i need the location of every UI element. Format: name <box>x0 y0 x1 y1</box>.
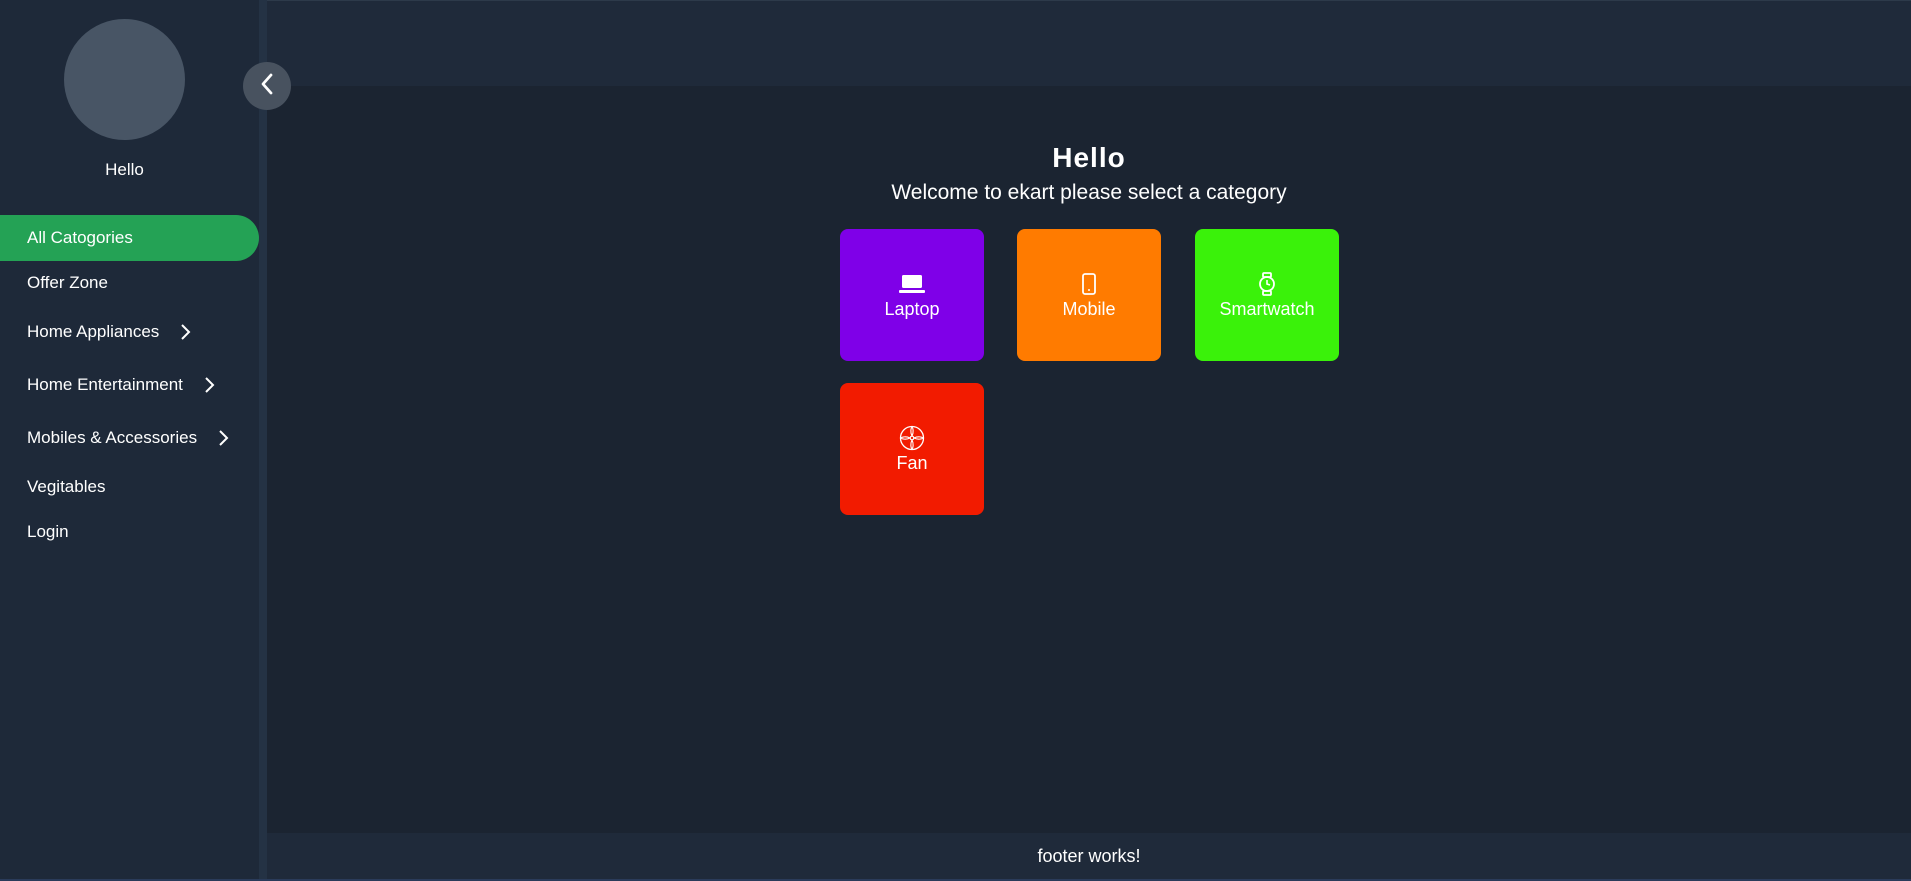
sidebar-item-label: Home Appliances <box>27 322 160 341</box>
footer-text: footer works! <box>1037 845 1141 866</box>
chevron-right-icon <box>179 323 191 341</box>
sidebar-item-login[interactable]: Login <box>0 509 259 555</box>
sidebar-item-mobiles-accessories[interactable]: Mobiles & Accessories <box>0 415 259 461</box>
main-content: Hello Welcome to ekart please select a c… <box>267 86 1911 833</box>
fan-icon <box>899 425 925 451</box>
sidebar: Hello All Catogories Offer Zone Home App… <box>0 0 259 881</box>
category-tile-fan[interactable]: Fan <box>840 383 984 515</box>
page-subtitle: Welcome to ekart please select a categor… <box>891 181 1287 204</box>
app-root: Hello All Catogories Offer Zone Home App… <box>0 0 1911 881</box>
sidebar-item-label: Offer Zone <box>27 273 108 292</box>
sidebar-item-label: Vegitables <box>27 477 106 496</box>
sidebar-item-label: Login <box>27 522 69 541</box>
sidebar-item-label: Mobiles & Accessories <box>27 428 198 447</box>
sidebar-item-offer-zone[interactable]: Offer Zone <box>0 260 259 306</box>
laptop-icon <box>898 271 926 297</box>
mobile-icon <box>1081 271 1097 297</box>
user-greeting: Hello <box>105 160 144 179</box>
sidebar-item-home-appliances[interactable]: Home Appliances <box>0 309 259 355</box>
category-label: Mobile <box>1062 298 1116 319</box>
chevron-right-icon <box>217 429 229 447</box>
chevron-right-icon <box>203 376 215 394</box>
category-tile-laptop[interactable]: Laptop <box>840 229 984 361</box>
sidebar-item-label: Home Entertainment <box>27 375 183 394</box>
sidebar-item-all-categories[interactable]: All Catogories <box>0 215 259 261</box>
category-label: Laptop <box>884 298 940 319</box>
sidebar-item-home-entertainment[interactable]: Home Entertainment <box>0 362 259 408</box>
page-title: Hello <box>1052 142 1126 173</box>
footer: footer works! <box>267 833 1911 879</box>
avatar[interactable] <box>64 19 185 140</box>
sidebar-divider <box>259 0 267 881</box>
sidebar-item-label: All Catogories <box>27 228 133 247</box>
sidebar-item-vegitables[interactable]: Vegitables <box>0 464 259 510</box>
category-label: Smartwatch <box>1219 298 1315 319</box>
category-tile-mobile[interactable]: Mobile <box>1017 229 1161 361</box>
top-header <box>267 0 1911 86</box>
category-tile-smartwatch[interactable]: Smartwatch <box>1195 229 1339 361</box>
category-label: Fan <box>896 452 928 473</box>
smartwatch-icon <box>1257 271 1277 297</box>
